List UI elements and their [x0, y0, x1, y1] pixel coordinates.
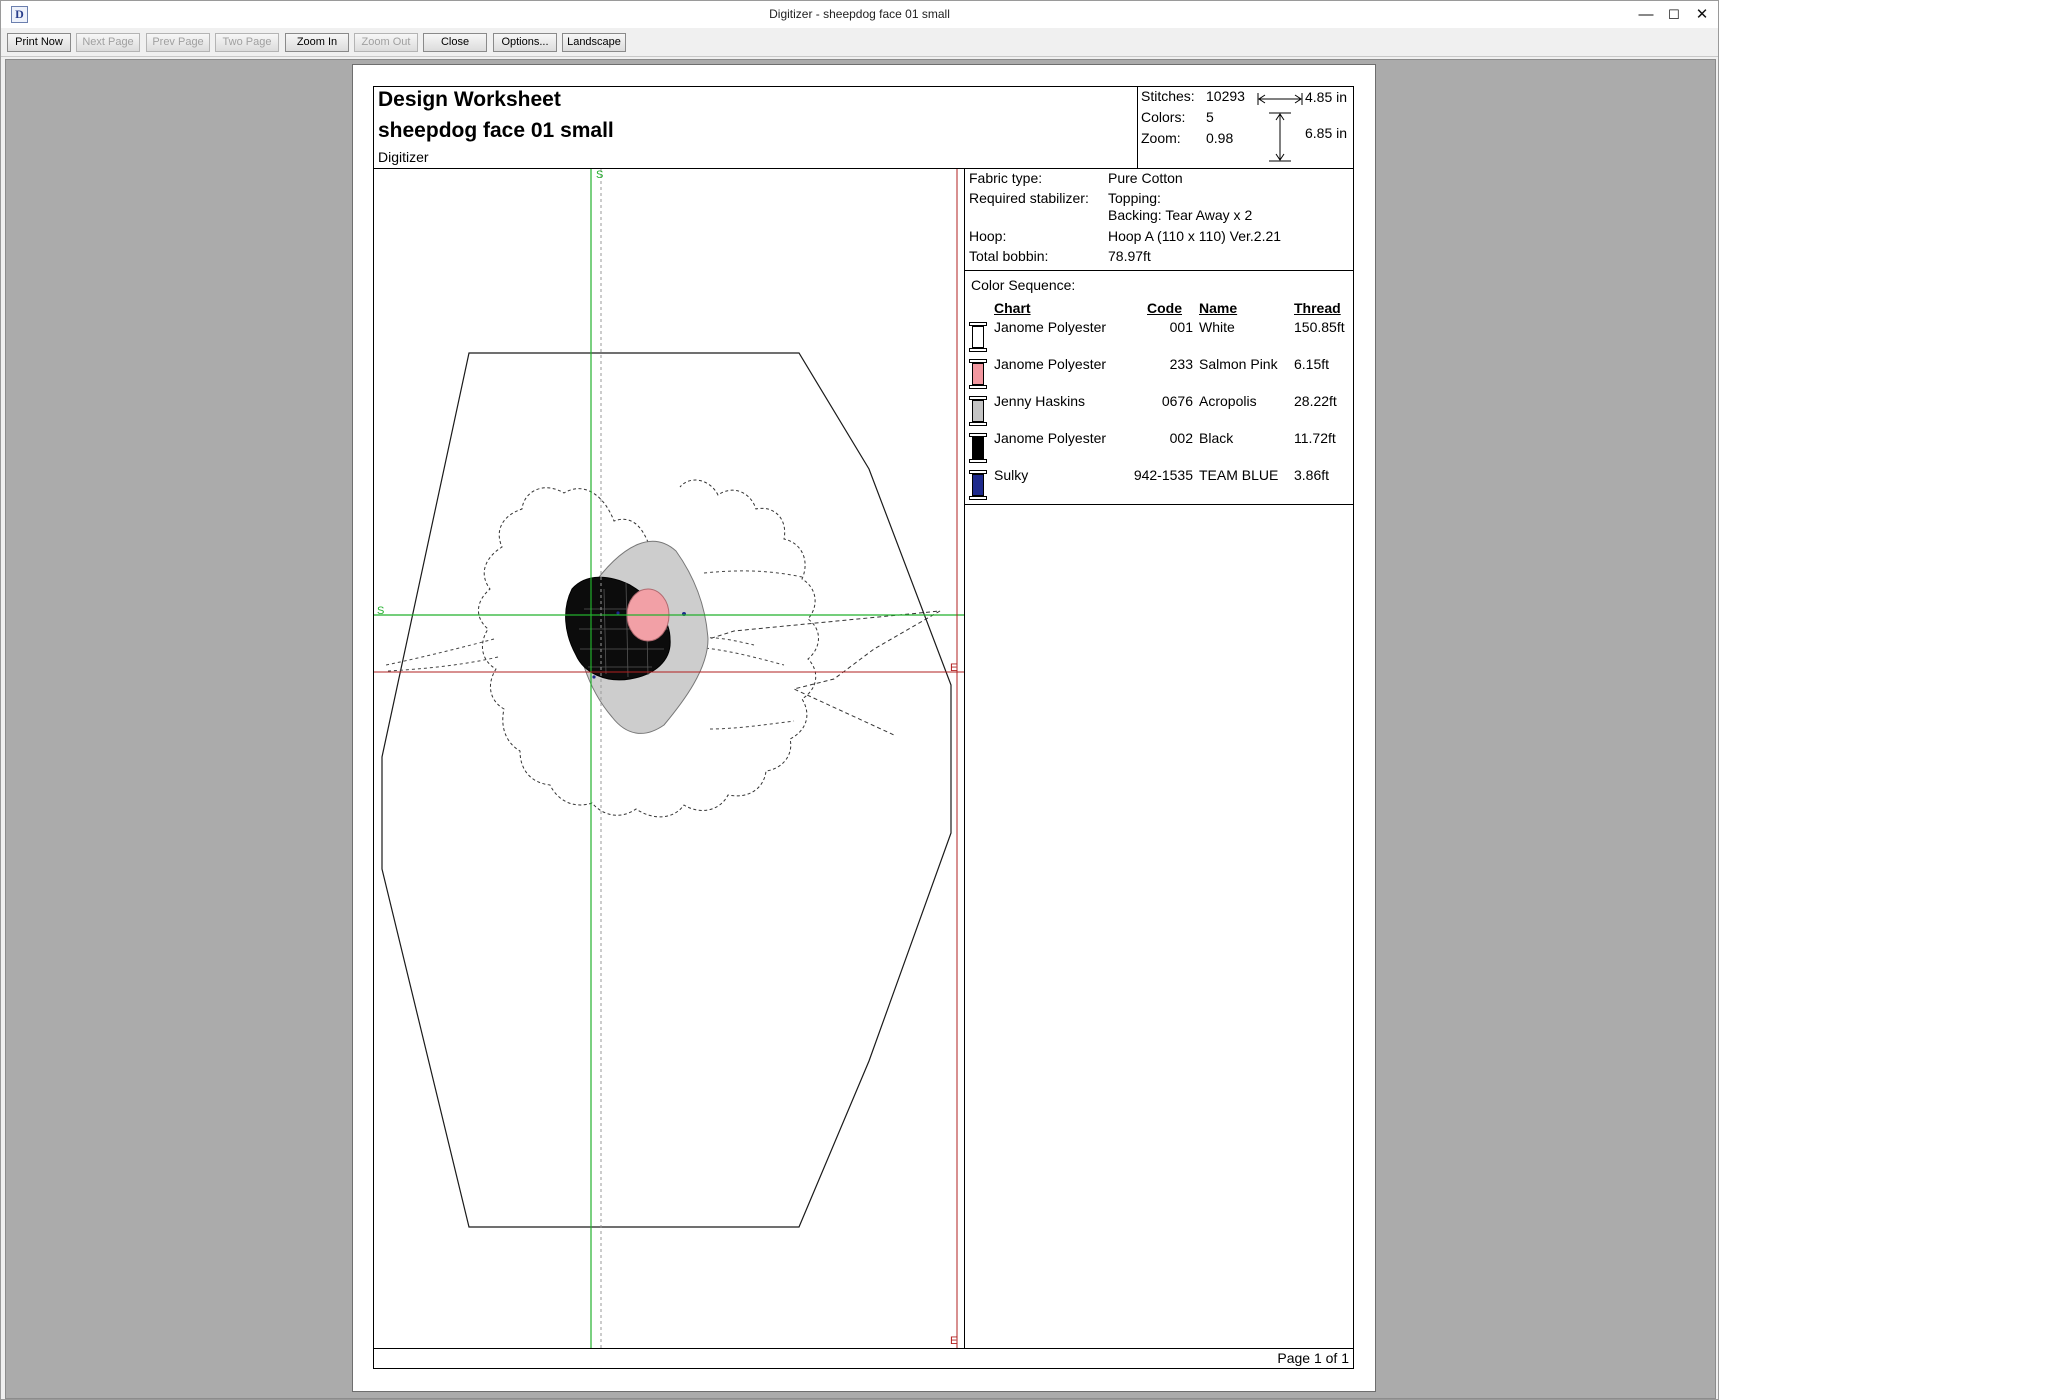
worksheet-title: Design Worksheet — [378, 88, 561, 111]
blue-stitch-dot — [592, 675, 596, 679]
zoom-out-button[interactable]: Zoom Out — [354, 33, 418, 52]
stitches-value: 10293 — [1206, 88, 1245, 104]
design-name: sheepdog face 01 small — [378, 119, 614, 142]
color-chart: Janome Polyester — [994, 430, 1107, 446]
topping-value: Topping: — [1108, 190, 1161, 206]
app-name: Digitizer — [378, 149, 429, 165]
fabric-type-value: Pure Cotton — [1108, 170, 1183, 186]
close-window-button[interactable]: ✕ — [1688, 1, 1716, 28]
worksheet-page: Design Worksheet sheepdog face 01 small … — [352, 64, 1376, 1392]
design-stats: Stitches: 10293 Colors: 5 Zoom: 0.98 4.8… — [1137, 87, 1353, 168]
colors-label: Colors: — [1141, 109, 1186, 125]
color-chart: Jenny Haskins — [994, 393, 1086, 409]
stitches-label: Stitches: — [1141, 88, 1195, 104]
zoom-label: Zoom: — [1141, 130, 1181, 146]
bobbin-label: Total bobbin: — [969, 248, 1049, 264]
color-code: 001 — [1169, 319, 1193, 335]
code-column-header: Code — [1147, 300, 1182, 316]
thread-column-header: Thread — [1294, 300, 1341, 316]
name-column-header: Name — [1199, 300, 1238, 316]
color-name: Black — [1199, 430, 1234, 446]
worksheet-header: Design Worksheet sheepdog face 01 small … — [374, 87, 1353, 169]
color-sequence-title: Color Sequence: — [971, 277, 1076, 293]
color-name: Salmon Pink — [1199, 356, 1278, 372]
stabilizer-label: Required stabilizer: — [969, 190, 1089, 206]
print-preview-area[interactable]: Design Worksheet sheepdog face 01 small … — [5, 59, 1716, 1399]
color-row: Janome Polyester 002 Black 11.72ft — [965, 430, 1353, 467]
color-sequence: Color Sequence: Chart Code Name Thread J… — [965, 271, 1353, 505]
color-thread-length: 11.72ft — [1294, 430, 1336, 446]
worksheet-frame: Design Worksheet sheepdog face 01 small … — [373, 86, 1354, 1369]
options-button[interactable]: Options... — [493, 33, 557, 52]
thread-spool-icon — [969, 396, 987, 426]
maximize-button[interactable]: ☐ — [1660, 1, 1688, 28]
color-code: 233 — [1169, 356, 1193, 372]
color-row: Sulky 942-1535 TEAM BLUE 3.86ft — [965, 467, 1353, 504]
color-thread-length: 150.85ft — [1294, 319, 1345, 335]
color-chart: Janome Polyester — [994, 356, 1107, 372]
hoop-label: Hoop: — [969, 228, 1007, 244]
thread-spool-icon — [969, 470, 987, 500]
color-code: 002 — [1169, 430, 1193, 446]
colors-value: 5 — [1206, 109, 1214, 125]
color-row: Jenny Haskins 0676 Acropolis 28.22ft — [965, 393, 1353, 430]
hoop-value: Hoop A (110 x 110) Ver.2.21 — [1108, 228, 1282, 244]
thread-spool-icon — [969, 322, 987, 352]
color-name: TEAM BLUE — [1199, 467, 1279, 483]
color-code: 942-1535 — [1133, 467, 1193, 483]
color-row: Janome Polyester 001 White 150.85ft — [965, 319, 1353, 356]
two-page-button[interactable]: Two Page — [215, 33, 279, 52]
window-title: Digitizer - sheepdog face 01 small — [769, 7, 950, 21]
end-marker-bottom: E — [950, 1335, 958, 1347]
close-button[interactable]: Close — [423, 33, 487, 52]
color-name: Acropolis — [1199, 393, 1257, 409]
prev-page-button[interactable]: Prev Page — [146, 33, 210, 52]
title-bar[interactable]: D Digitizer - sheepdog face 01 small — ☐… — [1, 1, 1718, 28]
worksheet-info-column: Fabric type: Pure Cotton Required stabil… — [965, 169, 1353, 1348]
design-preview: S S E E — [374, 169, 965, 1348]
end-marker-right: E — [950, 662, 958, 674]
next-page-button[interactable]: Next Page — [76, 33, 140, 52]
start-marker-left: S — [377, 605, 385, 617]
page-indicator: Page 1 of 1 — [1277, 1350, 1349, 1366]
color-row: Janome Polyester 233 Salmon Pink 6.15ft — [965, 356, 1353, 393]
blue-stitch-dot — [616, 611, 620, 615]
chart-column-header: Chart — [994, 300, 1031, 316]
color-chart: Sulky — [994, 467, 1029, 483]
design-width: 4.85 in — [1305, 89, 1348, 105]
color-thread-length: 28.22ft — [1294, 393, 1337, 409]
thread-spool-icon — [969, 433, 987, 463]
thread-spool-icon — [969, 359, 987, 389]
print-now-button[interactable]: Print Now — [7, 33, 71, 52]
color-chart: Janome Polyester — [994, 319, 1107, 335]
fabric-type-label: Fabric type: — [969, 170, 1043, 186]
zoom-value: 0.98 — [1206, 130, 1234, 146]
backing-value: Backing: Tear Away x 2 — [1108, 207, 1253, 223]
hoop-outline — [381, 352, 952, 1228]
toolbar: Print Now Next Page Prev Page Two Page Z… — [1, 29, 1718, 57]
color-code: 0676 — [1161, 393, 1193, 409]
bobbin-value: 78.97ft — [1108, 248, 1151, 264]
dimension-arrows-icon — [1257, 93, 1303, 162]
color-thread-length: 3.86ft — [1294, 467, 1330, 483]
jump-stitch-line — [670, 610, 941, 736]
design-preview-canvas — [374, 169, 964, 1348]
color-thread-length: 6.15ft — [1294, 356, 1330, 372]
worksheet-footer: Page 1 of 1 — [374, 1348, 1353, 1368]
app-window: D Digitizer - sheepdog face 01 small — ☐… — [0, 0, 1719, 1400]
fabric-properties: Fabric type: Pure Cotton Required stabil… — [965, 169, 1353, 271]
start-marker-top: S — [596, 169, 604, 181]
color-name: White — [1199, 319, 1235, 335]
minimize-button[interactable]: — — [1632, 1, 1660, 28]
landscape-button[interactable]: Landscape — [562, 33, 626, 52]
design-height: 6.85 in — [1305, 125, 1348, 141]
zoom-in-button[interactable]: Zoom In — [285, 33, 349, 52]
